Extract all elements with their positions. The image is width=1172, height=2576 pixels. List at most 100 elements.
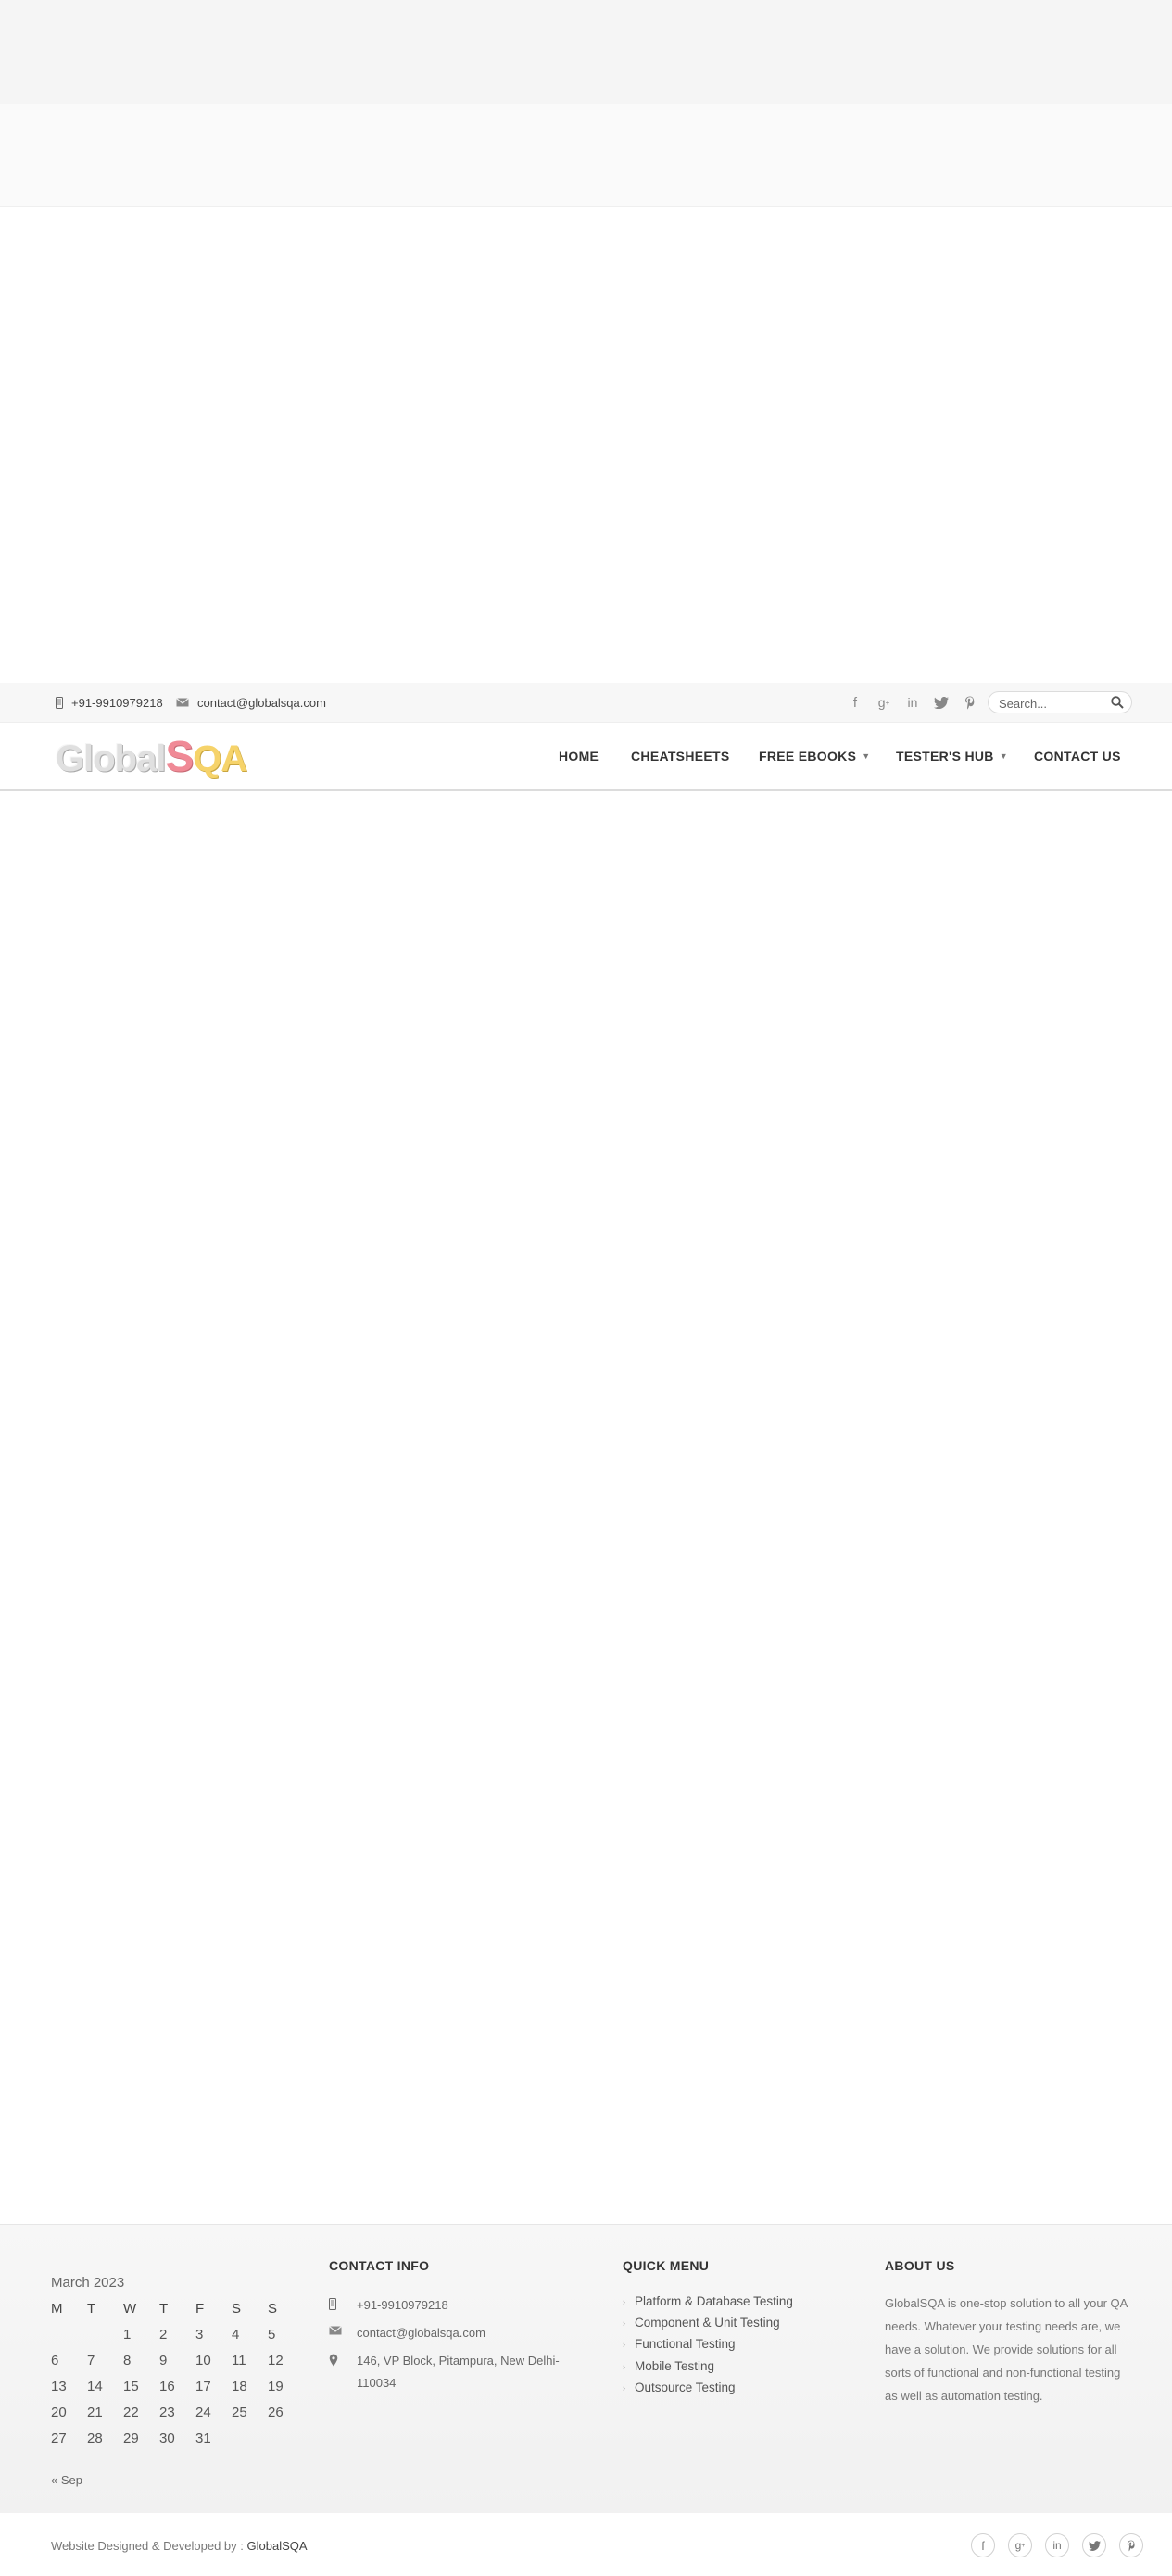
google-plus-icon[interactable]: g +	[1008, 2533, 1032, 2557]
topbar-email-text[interactable]: contact@globalsqa.com	[197, 696, 326, 710]
logo-text-qa: QA	[193, 739, 247, 779]
calendar-day: 16	[159, 2378, 175, 2394]
calendar-day: 29	[123, 2430, 139, 2446]
quick-menu-label: Platform & Database Testing	[635, 2294, 793, 2308]
weekday-sat: S	[232, 2300, 242, 2317]
footer-phone-text: +91-9910979218	[357, 2298, 448, 2312]
weekday-mon: M	[51, 2300, 63, 2317]
map-pin-icon	[329, 2354, 338, 2367]
twitter-icon[interactable]	[931, 692, 951, 713]
site-header: GlobalSQA HOME CHEATSHEETS FREE EBOOKS ▼ …	[0, 723, 1172, 791]
calendar-day: 27	[51, 2430, 67, 2446]
weekday-wed: W	[123, 2300, 137, 2317]
about-us-heading: ABOUT US	[885, 2258, 955, 2273]
calendar-day: 20	[51, 2404, 67, 2420]
chevron-down-icon: ▼	[862, 751, 871, 761]
calendar-table: M T W T F S S 1 2 3 4 5 6 7 8 9 10 11 12…	[51, 2295, 304, 2451]
mobile-phone-icon	[329, 2298, 336, 2310]
chevron-right-icon: ›	[623, 2361, 625, 2371]
quick-menu-item[interactable]: › Platform & Database Testing	[623, 2294, 793, 2308]
calendar-week: 1 2 3 4 5	[51, 2321, 304, 2347]
chevron-right-icon: ›	[623, 2339, 625, 2349]
quick-menu-label: Component & Unit Testing	[635, 2316, 780, 2330]
credit-prefix: Website Designed & Developed by :	[51, 2539, 247, 2553]
nav-cheatsheets-label: CHEATSHEETS	[631, 749, 730, 764]
calendar-day: 4	[232, 2326, 240, 2342]
calendar-day: 28	[87, 2430, 103, 2446]
nav-contact-us-label: CONTACT US	[1034, 749, 1121, 764]
search-icon[interactable]	[1111, 696, 1124, 709]
nav-home-label: HOME	[559, 749, 599, 764]
twitter-icon[interactable]	[1082, 2533, 1106, 2557]
calendar-day: 21	[87, 2404, 103, 2420]
top-banner-area	[0, 0, 1172, 104]
footer-email-text[interactable]: contact@globalsqa.com	[357, 2322, 485, 2344]
calendar-day: 2	[159, 2326, 168, 2342]
pinterest-icon[interactable]	[960, 692, 980, 713]
calendar-day: 25	[232, 2404, 247, 2420]
facebook-icon[interactable]: f	[971, 2533, 995, 2557]
chevron-right-icon: ›	[623, 2317, 625, 2328]
topbar-phone-text: +91-9910979218	[71, 695, 163, 710]
pinterest-icon[interactable]	[1119, 2533, 1143, 2557]
top-info-bar: +91-9910979218 contact@globalsqa.com f g…	[0, 683, 1172, 723]
topbar-social-links: f g + in	[845, 683, 980, 722]
topbar-email[interactable]: contact@globalsqa.com	[176, 683, 326, 722]
footer-address-line2: 110034	[357, 2376, 397, 2390]
nav-contact-us[interactable]: CONTACT US	[1034, 723, 1121, 789]
mobile-phone-icon	[56, 696, 63, 709]
search-input[interactable]	[997, 692, 1110, 714]
nav-free-ebooks[interactable]: FREE EBOOKS ▼	[759, 723, 870, 789]
calendar-day	[268, 2425, 304, 2451]
credit-brand-link[interactable]: GlobalSQA	[247, 2539, 308, 2553]
calendar-day: 17	[195, 2378, 211, 2394]
calendar-day: 7	[87, 2352, 95, 2368]
google-plus-icon[interactable]: g +	[874, 692, 894, 713]
nav-home[interactable]: HOME	[559, 723, 599, 789]
calendar-day: 30	[159, 2430, 175, 2446]
envelope-icon	[329, 2326, 342, 2335]
linkedin-icon[interactable]: in	[902, 692, 923, 713]
quick-menu-label: Functional Testing	[635, 2337, 736, 2351]
quick-menu-item[interactable]: › Functional Testing	[623, 2337, 736, 2351]
topbar-phone: +91-9910979218	[56, 683, 163, 722]
quick-menu-item[interactable]: › Mobile Testing	[623, 2359, 714, 2373]
quick-menu-label: Mobile Testing	[635, 2359, 715, 2373]
calendar-day: 15	[123, 2378, 139, 2394]
site-logo[interactable]: GlobalSQA	[56, 735, 247, 779]
calendar-prev-month-link[interactable]: « Sep	[51, 2473, 82, 2487]
logo-text-global: Global	[56, 739, 166, 779]
logo-text-s: S	[165, 732, 194, 780]
calendar-day: 14	[87, 2378, 103, 2394]
calendar-day: 24	[195, 2404, 211, 2420]
calendar-day: 3	[195, 2326, 204, 2342]
calendar-day: 19	[268, 2378, 284, 2394]
calendar-day: 11	[232, 2352, 246, 2368]
nav-cheatsheets[interactable]: CHEATSHEETS	[631, 723, 730, 789]
calendar-weekday-row: M T W T F S S	[51, 2295, 304, 2321]
secondary-banner-area	[0, 104, 1172, 207]
chevron-right-icon: ›	[623, 2296, 625, 2306]
linkedin-icon[interactable]: in	[1045, 2533, 1069, 2557]
calendar-day: 8	[123, 2352, 132, 2368]
search-box	[988, 691, 1132, 714]
calendar-day: 22	[123, 2404, 139, 2420]
footer-address: 146, VP Block, Pitampura, New Delhi- 1100…	[329, 2350, 560, 2394]
calendar-day: 31	[195, 2430, 211, 2446]
calendar-widget: M T W T F S S 1 2 3 4 5 6 7 8 9 10 11 12…	[51, 2295, 304, 2451]
calendar-day: 12	[268, 2352, 284, 2368]
quick-menu-item[interactable]: › Outsource Testing	[623, 2380, 736, 2394]
nav-testers-hub[interactable]: TESTER'S HUB ▼	[896, 723, 1008, 789]
contact-info-heading: CONTACT INFO	[329, 2258, 430, 2273]
quick-menu-item[interactable]: › Component & Unit Testing	[623, 2316, 780, 2330]
calendar-week: 13 14 15 16 17 18 19	[51, 2373, 304, 2399]
calendar-day: 1	[123, 2326, 132, 2342]
quick-menu-label: Outsource Testing	[635, 2380, 736, 2394]
calendar-day: 23	[159, 2404, 175, 2420]
calendar-week: 27 28 29 30 31	[51, 2425, 304, 2451]
calendar-day	[51, 2321, 87, 2347]
footer-social-links: f g + in	[971, 2533, 1143, 2557]
footer-email[interactable]: contact@globalsqa.com	[329, 2322, 485, 2344]
facebook-icon[interactable]: f	[845, 692, 865, 713]
calendar-caption: March 2023	[51, 2275, 125, 2291]
